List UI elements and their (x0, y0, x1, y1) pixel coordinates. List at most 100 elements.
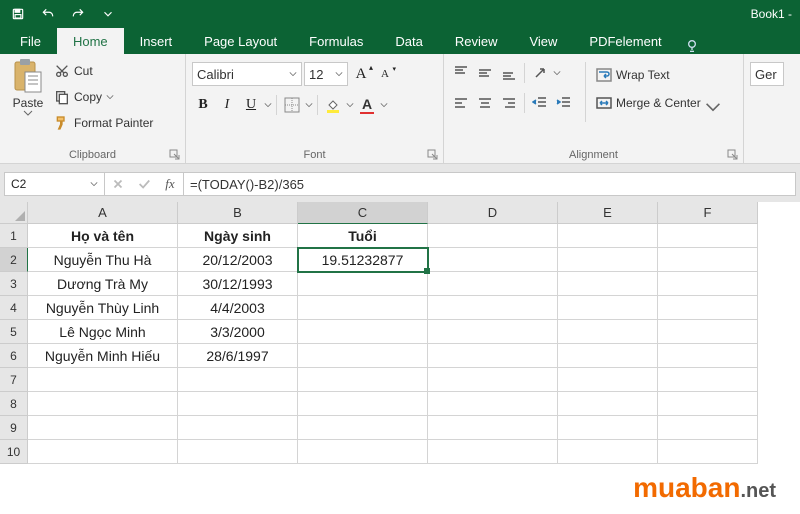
cell[interactable] (428, 320, 558, 344)
name-box-dropdown-icon[interactable] (90, 180, 98, 188)
fill-color-dropdown-icon[interactable] (346, 101, 354, 109)
name-box[interactable]: C2 (5, 173, 105, 195)
cell[interactable]: Dương Trà My (28, 272, 178, 296)
cell[interactable] (298, 392, 428, 416)
cell[interactable] (658, 368, 758, 392)
cell[interactable] (428, 392, 558, 416)
row-header[interactable]: 5 (0, 320, 28, 344)
cell[interactable] (658, 248, 758, 272)
paste-icon[interactable] (11, 58, 45, 96)
cut-button[interactable]: Cut (54, 60, 153, 82)
cell[interactable]: 4/4/2003 (178, 296, 298, 320)
merge-dropdown-icon[interactable] (705, 99, 713, 107)
cell[interactable] (658, 224, 758, 248)
cell[interactable] (178, 368, 298, 392)
cell[interactable] (428, 368, 558, 392)
cell[interactable] (558, 224, 658, 248)
cell[interactable]: Nguyễn Minh Hiếu (28, 344, 178, 368)
row-header[interactable]: 2 (0, 248, 28, 272)
copy-button[interactable]: Copy (54, 86, 153, 108)
cell[interactable] (28, 368, 178, 392)
cell[interactable] (658, 320, 758, 344)
fill-color-button[interactable] (322, 94, 344, 116)
cell[interactable] (658, 296, 758, 320)
paste-button[interactable]: Paste (13, 96, 44, 110)
row-header[interactable]: 4 (0, 296, 28, 320)
cell[interactable] (28, 416, 178, 440)
orientation-icon[interactable] (529, 62, 551, 84)
row-header[interactable]: 10 (0, 440, 28, 464)
cell[interactable] (558, 392, 658, 416)
cell[interactable] (658, 416, 758, 440)
cell[interactable] (28, 392, 178, 416)
cell[interactable] (428, 416, 558, 440)
align-top-icon[interactable] (450, 62, 472, 84)
row-header[interactable]: 1 (0, 224, 28, 248)
cell[interactable] (428, 344, 558, 368)
cell[interactable] (428, 248, 558, 272)
row-header[interactable]: 8 (0, 392, 28, 416)
font-dialog-launcher-icon[interactable] (427, 149, 439, 161)
cell[interactable]: Ngày sinh (178, 224, 298, 248)
cell[interactable] (298, 440, 428, 464)
formula-input[interactable]: =(TODAY()-B2)/365 (184, 173, 795, 195)
column-header-e[interactable]: E (558, 202, 658, 224)
font-color-button[interactable]: A (356, 94, 378, 116)
paste-dropdown-icon[interactable] (23, 110, 33, 118)
cell[interactable] (658, 440, 758, 464)
tab-pdfelement[interactable]: PDFelement (573, 28, 677, 54)
tab-home[interactable]: Home (57, 28, 124, 54)
cell[interactable]: 20/12/2003 (178, 248, 298, 272)
cell[interactable]: 28/6/1997 (178, 344, 298, 368)
shrink-font-icon[interactable]: A▾ (374, 63, 396, 85)
borders-button[interactable] (281, 94, 303, 116)
align-center-icon[interactable] (474, 92, 496, 114)
cancel-formula-icon[interactable] (105, 177, 131, 191)
row-header[interactable]: 3 (0, 272, 28, 296)
cell[interactable] (178, 416, 298, 440)
cell[interactable]: Tuổi (298, 224, 428, 248)
grow-font-icon[interactable]: A▴ (350, 63, 372, 85)
increase-indent-icon[interactable] (553, 92, 575, 114)
save-icon[interactable] (4, 2, 32, 26)
align-right-icon[interactable] (498, 92, 520, 114)
column-header-b[interactable]: B (178, 202, 298, 224)
underline-button[interactable]: U (240, 94, 262, 116)
cell[interactable] (558, 272, 658, 296)
cell-selected[interactable]: 19.51232877 (298, 248, 428, 272)
font-name-combo[interactable]: Calibri (192, 62, 302, 86)
format-painter-button[interactable]: Format Painter (54, 112, 153, 134)
row-header[interactable]: 7 (0, 368, 28, 392)
font-size-combo[interactable]: 12 (304, 62, 348, 86)
cell[interactable] (428, 440, 558, 464)
cell[interactable] (658, 272, 758, 296)
cell[interactable] (178, 440, 298, 464)
wrap-text-button[interactable]: Wrap Text (596, 64, 713, 86)
undo-icon[interactable] (34, 2, 62, 26)
row-header[interactable]: 6 (0, 344, 28, 368)
cell[interactable] (558, 248, 658, 272)
column-header-c[interactable]: C (298, 202, 428, 224)
select-all-corner[interactable] (0, 202, 28, 224)
column-header-f[interactable]: F (658, 202, 758, 224)
cell[interactable] (658, 344, 758, 368)
tab-file[interactable]: File (4, 28, 57, 54)
cell[interactable] (298, 296, 428, 320)
clipboard-dialog-launcher-icon[interactable] (169, 149, 181, 161)
cell[interactable] (298, 416, 428, 440)
cell[interactable] (658, 392, 758, 416)
cell[interactable] (558, 440, 658, 464)
cell[interactable] (558, 320, 658, 344)
cell[interactable] (298, 368, 428, 392)
cell[interactable]: 3/3/2000 (178, 320, 298, 344)
cell[interactable] (558, 368, 658, 392)
insert-function-button[interactable]: fx (157, 176, 183, 192)
cell[interactable]: 30/12/1993 (178, 272, 298, 296)
orientation-dropdown-icon[interactable] (553, 69, 561, 77)
tab-page-layout[interactable]: Page Layout (188, 28, 293, 54)
cell[interactable] (298, 344, 428, 368)
cell[interactable] (558, 296, 658, 320)
align-bottom-icon[interactable] (498, 62, 520, 84)
number-format-combo[interactable]: Ger (750, 62, 784, 86)
tab-insert[interactable]: Insert (124, 28, 189, 54)
